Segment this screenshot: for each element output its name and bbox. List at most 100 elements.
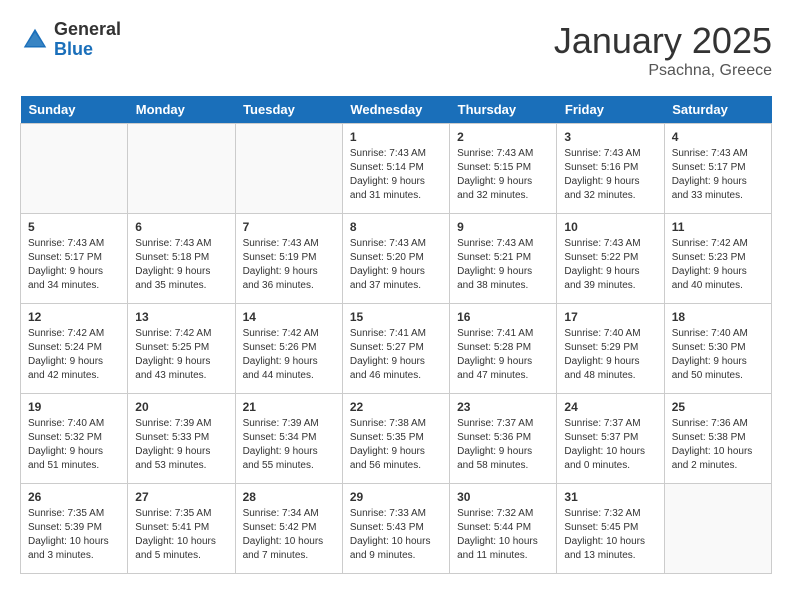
col-header-tuesday: Tuesday [235, 96, 342, 124]
day-number: 30 [457, 490, 549, 504]
header-row: SundayMondayTuesdayWednesdayThursdayFrid… [21, 96, 772, 124]
cell-info: Sunrise: 7:39 AM Sunset: 5:33 PM Dayligh… [135, 417, 227, 473]
week-row-3: 12 Sunrise: 7:42 AM Sunset: 5:24 PM Dayli… [21, 304, 772, 394]
calendar-cell: 30 Sunrise: 7:32 AM Sunset: 5:44 PM Dayli… [450, 484, 557, 574]
day-number: 17 [564, 310, 656, 324]
calendar-cell: 28Sunrise: 7:34 AM Sunset: 5:42 PM Dayli… [235, 484, 342, 574]
cell-info: Sunrise: 7:37 AM Sunset: 5:37 PM Dayligh… [564, 417, 656, 473]
week-row-2: 5 Sunrise: 7:43 AM Sunset: 5:17 PM Daylig… [21, 214, 772, 304]
calendar-cell: 16 Sunrise: 7:41 AM Sunset: 5:28 PM Dayli… [450, 304, 557, 394]
cell-info: Sunrise: 7:41 AM Sunset: 5:27 PM Dayligh… [350, 327, 442, 383]
calendar-cell: 5 Sunrise: 7:43 AM Sunset: 5:17 PM Daylig… [21, 214, 128, 304]
cell-info: Sunrise: 7:43 AM Sunset: 5:16 PM Dayligh… [564, 147, 656, 203]
calendar-table: SundayMondayTuesdayWednesdayThursdayFrid… [20, 96, 772, 574]
calendar-cell: 11 Sunrise: 7:42 AM Sunset: 5:23 PM Dayli… [664, 214, 771, 304]
day-number: 24 [564, 400, 656, 414]
calendar-cell [128, 124, 235, 214]
col-header-thursday: Thursday [450, 96, 557, 124]
col-header-wednesday: Wednesday [342, 96, 449, 124]
day-number: 11 [672, 220, 764, 234]
day-number: 12 [28, 310, 120, 324]
calendar-cell: 24 Sunrise: 7:37 AM Sunset: 5:37 PM Dayli… [557, 394, 664, 484]
cell-info: Sunrise: 7:43 AM Sunset: 5:21 PM Dayligh… [457, 237, 549, 293]
day-number: 29 [350, 490, 442, 504]
day-number: 9 [457, 220, 549, 234]
calendar-cell: 4Sunrise: 7:43 AM Sunset: 5:17 PM Daylig… [664, 124, 771, 214]
week-row-1: 1 Sunrise: 7:43 AM Sunset: 5:14 PM Daylig… [21, 124, 772, 214]
calendar-cell: 8Sunrise: 7:43 AM Sunset: 5:20 PM Daylig… [342, 214, 449, 304]
day-number: 10 [564, 220, 656, 234]
col-header-saturday: Saturday [664, 96, 771, 124]
cell-info: Sunrise: 7:40 AM Sunset: 5:29 PM Dayligh… [564, 327, 656, 383]
week-row-5: 26Sunrise: 7:35 AM Sunset: 5:39 PM Dayli… [21, 484, 772, 574]
day-number: 7 [243, 220, 335, 234]
day-number: 1 [350, 130, 442, 144]
calendar-cell: 23 Sunrise: 7:37 AM Sunset: 5:36 PM Dayli… [450, 394, 557, 484]
cell-info: Sunrise: 7:42 AM Sunset: 5:23 PM Dayligh… [672, 237, 764, 293]
day-number: 5 [28, 220, 120, 234]
calendar-cell: 6 Sunrise: 7:43 AM Sunset: 5:18 PM Daylig… [128, 214, 235, 304]
week-row-4: 19 Sunrise: 7:40 AM Sunset: 5:32 PM Dayli… [21, 394, 772, 484]
page-header: General Blue January 2025 Psachna, Greec… [20, 20, 772, 80]
day-number: 19 [28, 400, 120, 414]
col-header-friday: Friday [557, 96, 664, 124]
calendar-cell: 25 Sunrise: 7:36 AM Sunset: 5:38 PM Dayli… [664, 394, 771, 484]
calendar-cell: 20 Sunrise: 7:39 AM Sunset: 5:33 PM Dayli… [128, 394, 235, 484]
day-number: 23 [457, 400, 549, 414]
cell-info: Sunrise: 7:35 AM Sunset: 5:39 PM Dayligh… [28, 507, 120, 563]
day-number: 3 [564, 130, 656, 144]
col-header-monday: Monday [128, 96, 235, 124]
calendar-cell: 19 Sunrise: 7:40 AM Sunset: 5:32 PM Dayli… [21, 394, 128, 484]
col-header-sunday: Sunday [21, 96, 128, 124]
cell-info: Sunrise: 7:32 AM Sunset: 5:44 PM Dayligh… [457, 507, 549, 563]
day-number: 6 [135, 220, 227, 234]
calendar-cell: 21 Sunrise: 7:39 AM Sunset: 5:34 PM Dayli… [235, 394, 342, 484]
cell-info: Sunrise: 7:38 AM Sunset: 5:35 PM Dayligh… [350, 417, 442, 473]
calendar-cell [21, 124, 128, 214]
calendar-cell: 26Sunrise: 7:35 AM Sunset: 5:39 PM Dayli… [21, 484, 128, 574]
cell-info: Sunrise: 7:43 AM Sunset: 5:14 PM Dayligh… [350, 147, 442, 203]
day-number: 14 [243, 310, 335, 324]
logo-icon [20, 25, 50, 55]
calendar-cell [664, 484, 771, 574]
calendar-cell [235, 124, 342, 214]
cell-info: Sunrise: 7:42 AM Sunset: 5:24 PM Dayligh… [28, 327, 120, 383]
cell-info: Sunrise: 7:43 AM Sunset: 5:19 PM Dayligh… [243, 237, 335, 293]
calendar-cell: 2Sunrise: 7:43 AM Sunset: 5:15 PM Daylig… [450, 124, 557, 214]
day-number: 13 [135, 310, 227, 324]
cell-info: Sunrise: 7:35 AM Sunset: 5:41 PM Dayligh… [135, 507, 227, 563]
cell-info: Sunrise: 7:40 AM Sunset: 5:32 PM Dayligh… [28, 417, 120, 473]
day-number: 22 [350, 400, 442, 414]
cell-info: Sunrise: 7:43 AM Sunset: 5:22 PM Dayligh… [564, 237, 656, 293]
calendar-cell: 12 Sunrise: 7:42 AM Sunset: 5:24 PM Dayli… [21, 304, 128, 394]
calendar-cell: 22 Sunrise: 7:38 AM Sunset: 5:35 PM Dayli… [342, 394, 449, 484]
cell-info: Sunrise: 7:42 AM Sunset: 5:26 PM Dayligh… [243, 327, 335, 383]
cell-info: Sunrise: 7:43 AM Sunset: 5:18 PM Dayligh… [135, 237, 227, 293]
cell-info: Sunrise: 7:37 AM Sunset: 5:36 PM Dayligh… [457, 417, 549, 473]
day-number: 4 [672, 130, 764, 144]
day-number: 8 [350, 220, 442, 234]
day-number: 25 [672, 400, 764, 414]
day-number: 18 [672, 310, 764, 324]
cell-info: Sunrise: 7:43 AM Sunset: 5:17 PM Dayligh… [28, 237, 120, 293]
day-number: 20 [135, 400, 227, 414]
calendar-cell: 13 Sunrise: 7:42 AM Sunset: 5:25 PM Dayli… [128, 304, 235, 394]
calendar-cell: 1 Sunrise: 7:43 AM Sunset: 5:14 PM Daylig… [342, 124, 449, 214]
logo-text: General Blue [54, 20, 121, 60]
day-number: 16 [457, 310, 549, 324]
day-number: 2 [457, 130, 549, 144]
calendar-cell: 31Sunrise: 7:32 AM Sunset: 5:45 PM Dayli… [557, 484, 664, 574]
cell-info: Sunrise: 7:41 AM Sunset: 5:28 PM Dayligh… [457, 327, 549, 383]
cell-info: Sunrise: 7:34 AM Sunset: 5:42 PM Dayligh… [243, 507, 335, 563]
cell-info: Sunrise: 7:39 AM Sunset: 5:34 PM Dayligh… [243, 417, 335, 473]
day-number: 27 [135, 490, 227, 504]
calendar-cell: 7 Sunrise: 7:43 AM Sunset: 5:19 PM Daylig… [235, 214, 342, 304]
day-number: 21 [243, 400, 335, 414]
cell-info: Sunrise: 7:32 AM Sunset: 5:45 PM Dayligh… [564, 507, 656, 563]
cell-info: Sunrise: 7:42 AM Sunset: 5:25 PM Dayligh… [135, 327, 227, 383]
cell-info: Sunrise: 7:36 AM Sunset: 5:38 PM Dayligh… [672, 417, 764, 473]
calendar-cell: 29Sunrise: 7:33 AM Sunset: 5:43 PM Dayli… [342, 484, 449, 574]
calendar-cell: 17 Sunrise: 7:40 AM Sunset: 5:29 PM Dayli… [557, 304, 664, 394]
calendar-cell: 3 Sunrise: 7:43 AM Sunset: 5:16 PM Daylig… [557, 124, 664, 214]
calendar-cell: 15Sunrise: 7:41 AM Sunset: 5:27 PM Dayli… [342, 304, 449, 394]
